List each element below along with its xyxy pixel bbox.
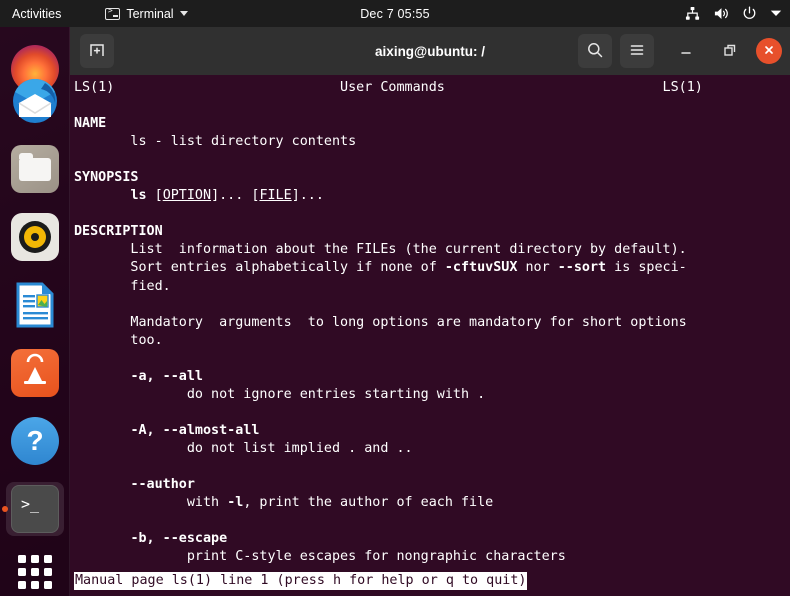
new-tab-icon [88,41,106,62]
search-icon [586,41,604,62]
clock-label: Dec 7 05:55 [360,6,430,21]
main-menu-button[interactable] [620,34,654,68]
dock-item-help[interactable]: ? [0,407,70,475]
new-tab-button[interactable] [80,34,114,68]
grid-icon [18,555,52,589]
help-glyph: ? [26,425,44,456]
window-controls [578,34,782,68]
system-status-area[interactable] [685,0,782,27]
terminal-icon [105,6,121,20]
activities-button[interactable]: Activities [0,0,71,27]
help-icon: ? [11,417,59,465]
window-titlebar: aixing@ubuntu: / [70,27,790,75]
window-title: aixing@ubuntu: / [375,43,485,59]
dock-item-rhythmbox[interactable] [0,203,70,271]
gnome-top-bar: Activities Terminal Dec 7 05:55 [0,0,790,27]
libreoffice-writer-icon [11,281,59,329]
network-wired-icon [685,6,700,21]
close-button[interactable] [756,38,782,64]
dock-item-terminal[interactable]: >_ [0,475,70,543]
clock-button[interactable]: Dec 7 05:55 [310,7,480,21]
minimize-button[interactable] [670,35,702,67]
pager-status-line: Manual page ls(1) line 1 (press h for he… [74,571,528,590]
hamburger-icon [628,41,646,62]
thunderbird-icon [11,77,59,125]
man-page-text: LS(1) User Commands LS(1) NAME ls - list… [74,80,703,565]
rhythmbox-icon [11,213,59,261]
chevron-down-icon [770,9,782,18]
files-icon [11,145,59,193]
terminal-app-icon: >_ [11,485,59,533]
running-indicator-dot [2,506,8,512]
activities-label: Activities [12,6,62,21]
ubuntu-dock: ? >_ [0,27,70,596]
app-menu-label: Terminal [126,6,174,21]
terminal-prompt-glyph: >_ [21,495,40,513]
dock-item-libreoffice-writer[interactable] [0,271,70,339]
minimize-icon [678,42,694,61]
app-menu-button[interactable]: Terminal [99,0,193,27]
volume-icon [713,6,729,21]
dock-item-thunderbird[interactable] [0,67,70,135]
restore-icon [722,42,738,61]
terminal-content-area[interactable]: LS(1) User Commands LS(1) NAME ls - list… [70,75,790,596]
search-button[interactable] [578,34,612,68]
dock-item-firefox[interactable] [0,27,70,93]
ubuntu-software-icon [11,349,59,397]
power-icon [742,6,757,21]
close-icon [763,44,775,59]
show-applications-button[interactable] [0,543,70,596]
terminal-window: aixing@ubuntu: / LS(1) User Commands LS(… [70,27,790,596]
maximize-button[interactable] [714,35,746,67]
desktop: Activities Terminal Dec 7 05:55 [0,0,790,596]
chevron-down-icon [179,11,188,16]
dock-item-files[interactable] [0,135,70,203]
dock-item-ubuntu-software[interactable] [0,339,70,407]
